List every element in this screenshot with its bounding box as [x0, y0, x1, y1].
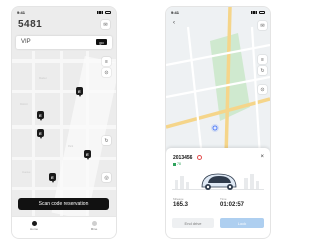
tab-bar: Home Mine	[12, 216, 116, 238]
end-drive-button[interactable]: End drive	[172, 218, 214, 228]
refresh-icon[interactable]: ↻	[258, 66, 267, 75]
battery-level: 78	[173, 162, 181, 166]
time-stat: Time 01:02:57	[220, 197, 245, 208]
back-icon[interactable]: ‹	[170, 19, 178, 27]
locate-icon[interactable]: ⊙	[258, 85, 267, 94]
signal-icon	[97, 11, 103, 14]
scan-reservation-button[interactable]: Scan code reservation	[18, 198, 109, 210]
car-detail-screen: 9:41 ‹ ✉ ≡ ↻ ⊙ 2013456 × 78 Mileage 165.…	[166, 7, 270, 238]
car-illustration	[172, 168, 264, 192]
car-pin[interactable]: E	[37, 111, 44, 121]
svg-text:Market: Market	[39, 77, 47, 80]
status-time: 9:41	[17, 10, 26, 15]
info-icon[interactable]	[197, 155, 202, 160]
battery-icon	[259, 11, 265, 14]
status-bar: 9:41	[171, 9, 265, 16]
vip-go-button[interactable]: go	[96, 39, 107, 45]
charge-icon	[173, 162, 176, 166]
locate-icon[interactable]: ⊙	[102, 68, 111, 77]
close-icon[interactable]: ×	[260, 154, 264, 160]
car-info-card: 2013456 × 78 Mileage 165.3 Time 01:02:57…	[166, 148, 270, 238]
message-icon[interactable]: ✉	[258, 21, 267, 30]
car-pin[interactable]: E	[37, 129, 44, 139]
user-icon	[91, 221, 97, 226]
vip-label: VIP	[21, 39, 31, 45]
battery-icon	[105, 11, 111, 14]
brand-logo: 5481	[18, 19, 43, 30]
vip-banner[interactable]: VIP go	[16, 36, 112, 49]
home-icon	[31, 221, 37, 226]
tab-home[interactable]: Home	[24, 221, 44, 231]
message-icon[interactable]: ✉	[101, 20, 110, 29]
refresh-icon[interactable]: ↻	[102, 136, 111, 145]
mileage-stat: Mileage 165.3	[173, 197, 189, 208]
car-pin[interactable]: E	[49, 173, 56, 183]
signal-icon	[251, 11, 257, 14]
lock-button[interactable]: Lock	[220, 218, 264, 228]
car-id: 2013456	[173, 155, 193, 161]
svg-text:Park: Park	[68, 145, 74, 148]
svg-text:District: District	[20, 103, 28, 106]
car-pin[interactable]: E	[76, 87, 83, 97]
status-time: 9:41	[171, 10, 180, 15]
home-screen: Market District Park Avenue 9:41 5481 ✉ …	[12, 7, 116, 238]
status-bar: 9:41	[17, 9, 111, 16]
tab-mine[interactable]: Mine	[84, 221, 104, 231]
svg-text:Avenue: Avenue	[22, 171, 31, 174]
car-pin[interactable]: E	[84, 150, 91, 160]
layers-icon[interactable]: ≡	[102, 57, 111, 66]
location-icon[interactable]: ◎	[102, 173, 111, 182]
layers-icon[interactable]: ≡	[258, 55, 267, 64]
